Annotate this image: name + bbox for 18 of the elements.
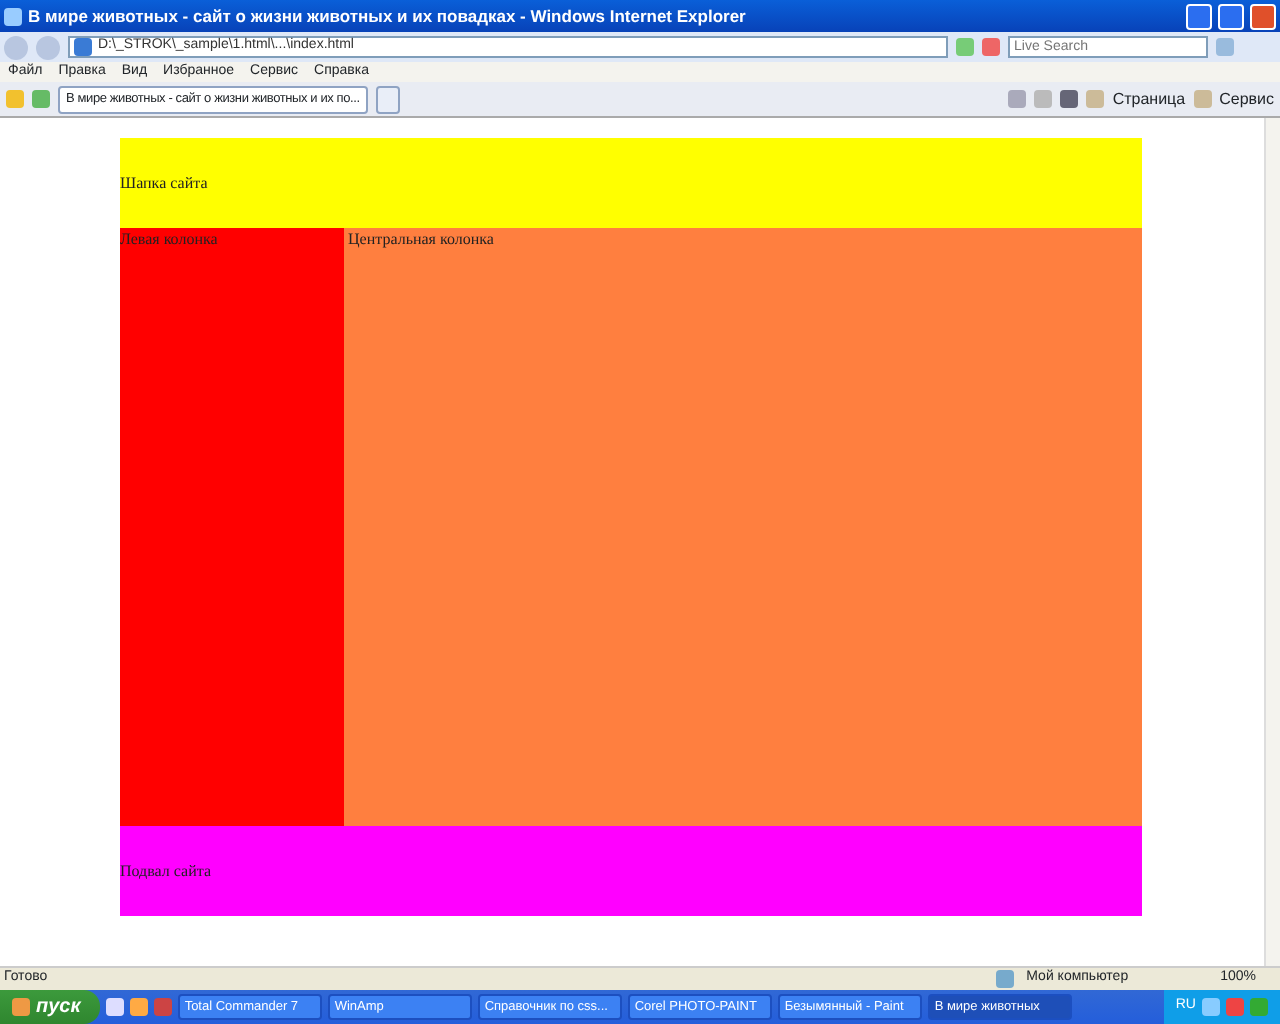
center-column: Центральная колонка bbox=[344, 228, 1142, 826]
toolbar-menu[interactable]: Сервис bbox=[1219, 87, 1274, 111]
minimize-button[interactable] bbox=[1186, 3, 1212, 29]
footer-block: Подвал сайта bbox=[120, 826, 1142, 916]
maximize-button[interactable] bbox=[1218, 3, 1244, 29]
forward-button[interactable] bbox=[36, 35, 60, 59]
stop-button[interactable] bbox=[982, 38, 1000, 56]
start-button[interactable]: пуск bbox=[0, 990, 101, 1024]
back-button[interactable] bbox=[4, 35, 28, 59]
search-button[interactable] bbox=[1216, 38, 1234, 56]
scrollbar[interactable] bbox=[1264, 118, 1280, 966]
close-button[interactable] bbox=[1250, 3, 1276, 29]
header-block: Шапка сайта bbox=[120, 138, 1142, 228]
new-tab-button[interactable] bbox=[375, 85, 400, 113]
left-column: Левая колонка bbox=[120, 228, 344, 826]
refresh-button[interactable] bbox=[956, 38, 974, 56]
toolbar-menu[interactable]: Страница bbox=[1112, 87, 1186, 111]
window-title: В мире животных - сайт о жизни животных и их повадках - Windows Internet Explorer bbox=[28, 3, 746, 29]
